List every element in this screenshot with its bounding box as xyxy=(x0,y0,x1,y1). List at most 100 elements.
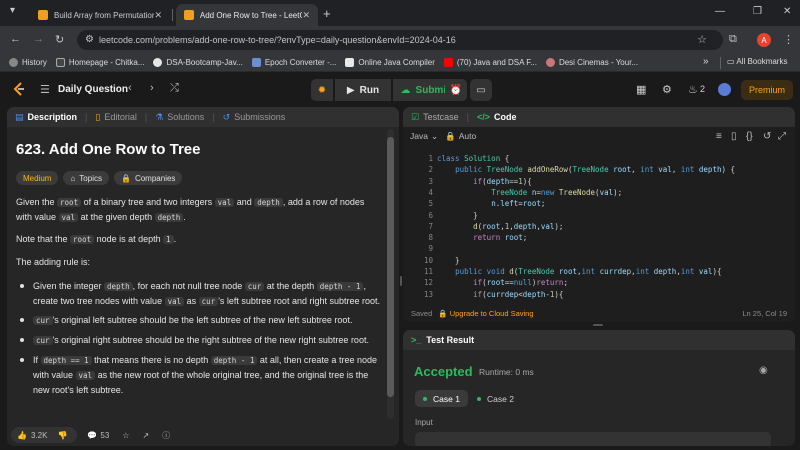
browser-tab-add-one-row[interactable]: Add One Row to Tree - LeetCo ✕ xyxy=(176,4,318,26)
new-tab-icon[interactable]: + xyxy=(323,6,331,21)
close-tab-icon[interactable]: ✕ xyxy=(302,10,310,21)
help-button[interactable]: ⓘ xyxy=(162,430,173,441)
extensions-icon[interactable]: ⧉ xyxy=(729,33,737,46)
shuffle-icon[interactable]: ⤮ xyxy=(170,82,179,95)
comments-button[interactable]: 💬 53 xyxy=(87,431,112,440)
more-bookmarks-icon[interactable]: » xyxy=(703,56,709,67)
topics-chip[interactable]: ⌂ Topics xyxy=(63,171,109,185)
youtube-icon xyxy=(443,58,453,67)
profile-avatar[interactable]: A xyxy=(757,33,771,47)
eye-icon[interactable]: ◉ xyxy=(759,365,768,376)
tab-description[interactable]: ▤ Description xyxy=(15,112,77,123)
bookmark-epoch[interactable]: Epoch Converter -... xyxy=(251,58,336,67)
all-bookmarks[interactable]: ▭ All Bookmarks xyxy=(727,57,787,66)
site-info-icon[interactable]: ⚙ xyxy=(85,34,94,45)
tab-divider: | xyxy=(85,112,88,122)
leetcode-logo-icon[interactable] xyxy=(12,82,26,96)
browser-tab-title: Add One Row to Tree - LeetCo xyxy=(199,10,303,20)
bookmark-github[interactable]: DSA-Bootcamp-Jav... xyxy=(153,58,243,67)
bookmarks-bar: History Homepage - Chitka... DSA-Bootcam… xyxy=(0,54,800,72)
rule-list-item: cur's original left subtree should be th… xyxy=(16,313,380,328)
thumbs-up-icon: 👍 xyxy=(17,430,27,440)
bookmark-java-compiler[interactable]: Online Java Compiler xyxy=(345,58,435,67)
close-window-icon[interactable]: ✕ xyxy=(783,6,791,17)
chitkara-icon xyxy=(55,58,65,67)
format-icon[interactable]: ≡ xyxy=(716,131,722,142)
lock-icon: 🔒 xyxy=(120,173,131,183)
close-tab-icon[interactable]: ✕ xyxy=(154,10,162,21)
like-button[interactable]: 👍 3.2K 👎 xyxy=(11,427,78,443)
daily-question-title[interactable]: Daily Question xyxy=(58,84,128,95)
problem-title: 623. Add One Row to Tree xyxy=(16,141,201,158)
code-icon: </> xyxy=(476,112,490,122)
user-avatar[interactable] xyxy=(718,83,731,96)
tab-test-result[interactable]: Test Result xyxy=(426,335,474,345)
flask-icon: ⚗ xyxy=(155,111,164,122)
next-problem-icon[interactable]: › xyxy=(150,82,154,94)
case-2-tab[interactable]: Case 2 xyxy=(469,390,522,407)
description-panel: ▤ Description | ▯ Editorial | ⚗ Solutions |… xyxy=(7,107,399,446)
result-status: Accepted xyxy=(414,364,473,379)
share-icon: ↗ xyxy=(142,430,150,440)
forward-icon[interactable]: → xyxy=(33,33,44,45)
desi-icon xyxy=(545,58,555,67)
companies-chip[interactable]: 🔒 Companies xyxy=(113,171,183,185)
tab-separator xyxy=(172,9,173,21)
bookmark-star-icon[interactable]: ☆ xyxy=(697,33,707,46)
tab-divider: | xyxy=(466,112,469,122)
pass-dot xyxy=(477,396,481,401)
scrollbar-thumb[interactable] xyxy=(387,137,394,397)
settings-gear-icon[interactable]: ⚙ xyxy=(662,83,672,96)
run-button[interactable]: ▶ Run xyxy=(335,79,391,101)
thumbs-down-icon[interactable]: 👎 xyxy=(57,431,67,440)
share-button[interactable]: ↗ xyxy=(142,431,152,440)
premium-button[interactable]: Premium xyxy=(741,80,793,100)
description-body: 623. Add One Row to Tree Medium ⌂ Topics … xyxy=(7,127,399,424)
bookmark-history[interactable]: History xyxy=(9,58,47,67)
streak-fire-icon[interactable]: ♨ xyxy=(688,83,698,96)
tab-editorial[interactable]: ▯ Editorial xyxy=(95,112,136,123)
tab-search-icon[interactable]: ▾ xyxy=(10,5,15,16)
url-text: leetcode.com/problems/add-one-row-to-tre… xyxy=(99,35,456,45)
description-scrollbar[interactable] xyxy=(387,129,394,419)
editor-status-bar: Saved 🔒 Upgrade to Cloud Saving Ln 25, C… xyxy=(403,304,795,322)
timer-button[interactable]: ⏰ xyxy=(445,79,467,101)
browser-toolbar: ← → ↻ ⚙ leetcode.com/problems/add-one-ro… xyxy=(0,26,800,54)
bookmark-youtube[interactable]: (70) Java and DSA F... xyxy=(443,58,537,67)
layout-icon[interactable]: ▦ xyxy=(636,83,646,96)
play-icon: ▶ xyxy=(346,84,355,96)
case-1-tab[interactable]: Case 1 xyxy=(415,390,468,407)
favorite-button[interactable]: ☆ xyxy=(122,431,132,440)
tab-code[interactable]: </> Code xyxy=(477,112,517,122)
lock-icon: 🔒 xyxy=(445,130,456,141)
bookmark-chitkara[interactable]: Homepage - Chitka... xyxy=(55,58,144,67)
prev-problem-icon[interactable]: ‹ xyxy=(128,82,132,94)
tab-submissions[interactable]: ↺ Submissions xyxy=(223,112,286,123)
tab-divider: | xyxy=(212,112,215,122)
minimize-icon[interactable]: — xyxy=(715,6,725,17)
tab-testcase[interactable]: ☑ Testcase xyxy=(411,112,459,123)
horizontal-resize-handle[interactable] xyxy=(593,324,603,326)
braces-icon[interactable]: {} xyxy=(746,131,753,142)
address-bar[interactable]: ⚙ leetcode.com/problems/add-one-row-to-t… xyxy=(77,30,723,50)
bookmark-icon[interactable]: ▯ xyxy=(731,131,737,142)
fullscreen-icon[interactable]: ⤢ xyxy=(778,131,786,142)
browser-menu-icon[interactable]: ⋮ xyxy=(783,33,794,46)
code-editor[interactable]: 1 class Solution { 2 public TreeNode addO… xyxy=(403,153,795,303)
problem-list-icon[interactable]: ☰ xyxy=(40,83,50,96)
upgrade-cloud-saving-link[interactable]: 🔒 Upgrade to Cloud Saving xyxy=(438,309,533,318)
back-icon[interactable]: ← xyxy=(10,33,21,45)
reset-icon[interactable]: ↺ xyxy=(763,131,771,142)
notes-button[interactable]: ▭ xyxy=(470,79,492,101)
vertical-resize-handle[interactable] xyxy=(400,276,402,286)
bookmark-desi-cinemas[interactable]: Desi Cinemas - Your... xyxy=(545,58,638,67)
tab-solutions[interactable]: ⚗ Solutions xyxy=(155,112,204,123)
debug-icon[interactable]: ✹ xyxy=(311,79,333,101)
leetcode-favicon-icon xyxy=(184,10,194,20)
browser-tab-build-array[interactable]: Build Array from Permutation - ✕ xyxy=(30,4,170,26)
input-value-box xyxy=(415,432,771,446)
language-select[interactable]: Java ⌄ xyxy=(410,131,438,142)
maximize-icon[interactable]: ❐ xyxy=(753,6,762,17)
autocomplete-toggle[interactable]: 🔒 Auto xyxy=(445,131,476,142)
reload-icon[interactable]: ↻ xyxy=(55,33,64,46)
